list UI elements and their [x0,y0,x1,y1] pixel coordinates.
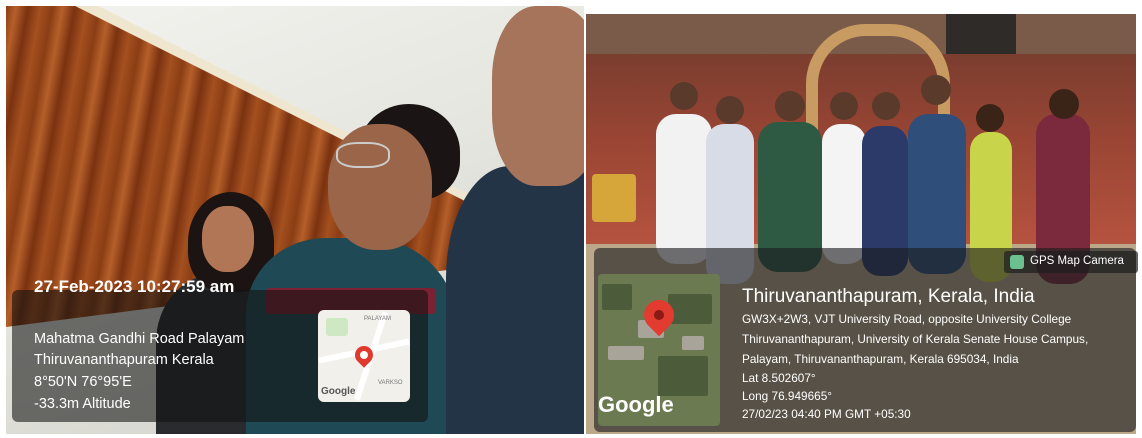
girl-face [202,206,254,272]
left-map-thumbnail: PALAYAM VARKSO Google [318,310,410,402]
left-coords: 8°50'N 76°95'E [34,374,132,390]
google-logo: Google [321,386,356,397]
gps-camera-icon [1010,255,1024,269]
address-line3: Palayam, Thiruvananthapuram, Kerala 6950… [742,352,1019,366]
gps-map-camera-badge: GPS Map Camera [1004,251,1138,273]
map-tree-cluster [602,284,632,310]
man-figure [446,166,584,434]
glasses [336,142,390,168]
left-address-line2: Thiruvananthapuram Kerala [34,352,214,368]
left-datetime: 27-Feb-2023 10:27:59 am [34,277,235,296]
location-title: Thiruvananthapuram, Kerala, India [742,286,1035,307]
map-tree-cluster [658,356,708,396]
latitude: Lat 8.502607° [742,371,816,385]
google-logo: Google [598,392,674,417]
map-roof [608,346,644,360]
map-tree-cluster [668,294,712,324]
address-line1: GW3X+2W3, VJT University Road, opposite … [742,312,1072,326]
map-area-label: VARKSO [378,380,403,386]
address-line2: Thiruvananthapuram, University of Kerala… [742,332,1089,346]
map-area-label: PALAYAM [364,316,392,322]
longitude: Long 76.949665° [742,389,833,403]
timestamp: 27/02/23 04:40 PM GMT +05:30 [742,407,911,421]
map-park [326,318,348,336]
gps-badge-label: GPS Map Camera [1030,255,1124,267]
map-roof [682,336,704,350]
man-face [492,6,584,186]
left-address-line1: Mahatma Gandhi Road Palayam [34,331,245,347]
left-altitude: -33.3m Altitude [34,396,131,412]
